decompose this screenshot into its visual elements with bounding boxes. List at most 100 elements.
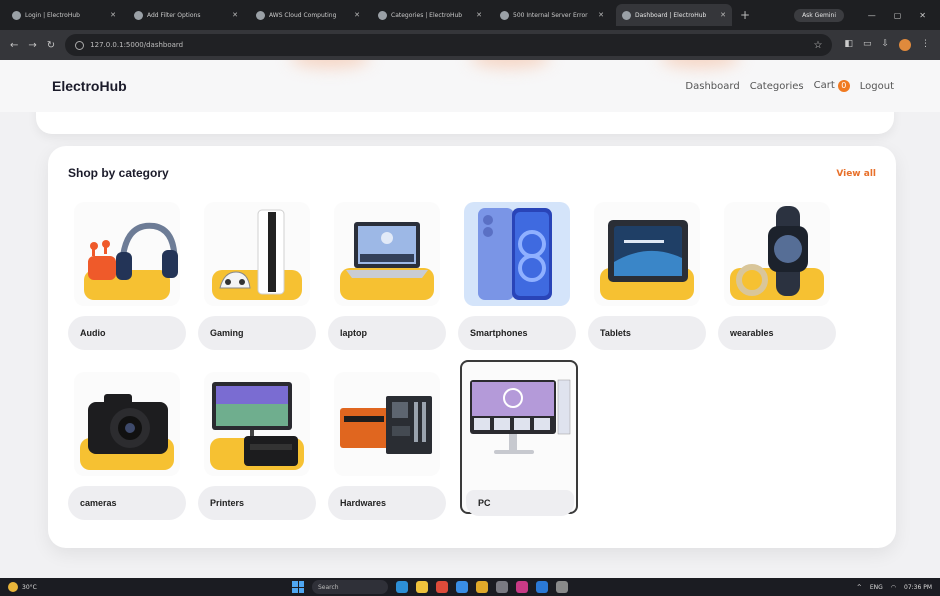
decor-glow xyxy=(660,60,740,68)
nav-logout-link[interactable]: Logout xyxy=(860,81,894,92)
browser-tab[interactable]: AWS Cloud Computing ✕ xyxy=(250,4,366,26)
close-tab-icon[interactable]: ✕ xyxy=(354,11,360,19)
menu-kebab-icon[interactable]: ⋮ xyxy=(921,39,930,51)
nav-cart-link[interactable]: Cart 0 xyxy=(814,80,850,92)
close-tab-icon[interactable]: ✕ xyxy=(598,11,604,19)
ask-gemini-button[interactable]: Ask Gemini xyxy=(794,8,844,22)
tablet-image xyxy=(594,202,700,306)
address-bar[interactable]: 127.0.0.1:5000/dashboard ☆ xyxy=(65,34,833,56)
browser-tab[interactable]: Login | ElectroHub ✕ xyxy=(6,4,122,26)
edge-icon[interactable] xyxy=(456,581,468,593)
reload-icon[interactable]: ↻ xyxy=(47,40,55,51)
category-card-printers[interactable]: Printers xyxy=(198,372,316,526)
nav-dashboard-link[interactable]: Dashboard xyxy=(685,81,739,92)
cart-count-badge: 0 xyxy=(837,80,850,92)
category-label: Hardwares xyxy=(328,486,446,520)
site-navbar: ElectroHub Dashboard Categories Cart 0 Lo… xyxy=(0,60,940,112)
shop-by-category-card: Shop by category View all Audio Gaming l… xyxy=(48,146,896,548)
app-icon[interactable] xyxy=(516,581,528,593)
category-card-gaming[interactable]: Gaming xyxy=(198,202,316,356)
category-card-tablets[interactable]: Tablets xyxy=(588,202,706,356)
category-card-wearables[interactable]: wearables xyxy=(718,202,836,356)
browser-tab-bar: Login | ElectroHub ✕ Add Filter Options ✕ … xyxy=(0,0,940,30)
nav-categories-link[interactable]: Categories xyxy=(750,81,804,92)
app-icon[interactable] xyxy=(556,581,568,593)
category-label: cameras xyxy=(68,486,186,520)
nav-links: Dashboard Categories Cart 0 Logout xyxy=(685,80,894,92)
category-label: Printers xyxy=(198,486,316,520)
windows-start-icon[interactable] xyxy=(292,581,304,593)
profile-avatar-icon[interactable] xyxy=(899,39,911,51)
site-info-icon[interactable] xyxy=(75,40,85,50)
browser-toolbar: ← → ↻ 127.0.0.1:5000/dashboard ☆ ◧ ▭ ⇩ ⋮ xyxy=(0,30,940,60)
browser-tab[interactable]: Categories | ElectroHub ✕ xyxy=(372,4,488,26)
close-tab-icon[interactable]: ✕ xyxy=(720,11,726,19)
web-page: ElectroHub Dashboard Categories Cart 0 Lo… xyxy=(0,60,940,578)
minimize-icon[interactable]: — xyxy=(868,11,876,20)
view-all-link[interactable]: View all xyxy=(836,169,876,179)
decor-glow xyxy=(470,60,550,68)
close-tab-icon[interactable]: ✕ xyxy=(110,11,116,19)
printer-image xyxy=(204,372,310,476)
brand-logo[interactable]: ElectroHub xyxy=(52,78,127,94)
cart-label: Cart xyxy=(813,80,835,91)
console-image xyxy=(204,202,310,306)
maximize-icon[interactable]: ▢ xyxy=(894,11,902,20)
site-favicon-icon xyxy=(622,10,631,20)
category-card-pc[interactable]: PC xyxy=(460,360,578,516)
tab-title: Dashboard | ElectroHub xyxy=(635,11,707,19)
file-explorer-icon[interactable] xyxy=(416,581,428,593)
chrome-icon[interactable] xyxy=(436,581,448,593)
camera-image xyxy=(74,372,180,476)
headphones-earbuds-image xyxy=(74,202,180,306)
new-tab-button[interactable]: + xyxy=(740,8,750,22)
category-card-cameras[interactable]: cameras xyxy=(68,372,186,526)
sidebar-icon[interactable]: ▭ xyxy=(863,39,872,51)
tab-title: Login | ElectroHub xyxy=(25,11,80,19)
smartphone-image xyxy=(464,202,570,306)
clock[interactable]: 07:36 PM xyxy=(904,584,932,591)
category-card-smartphones[interactable]: Smartphones xyxy=(458,202,576,356)
close-window-icon[interactable]: ✕ xyxy=(919,11,926,20)
monitor-image xyxy=(466,366,574,470)
browser-tab[interactable]: Add Filter Options ✕ xyxy=(128,4,244,26)
extensions-icon[interactable]: ◧ xyxy=(844,39,853,51)
tab-title: Add Filter Options xyxy=(147,11,201,19)
close-tab-icon[interactable]: ✕ xyxy=(476,11,482,19)
weather-widget[interactable]: 30°C xyxy=(8,582,37,592)
category-label: Gaming xyxy=(198,316,316,350)
wifi-icon[interactable]: ◠ xyxy=(891,584,896,591)
section-title: Shop by category xyxy=(68,166,169,180)
smartwatch-image xyxy=(724,202,830,306)
vscode-icon[interactable] xyxy=(536,581,548,593)
category-card-audio[interactable]: Audio xyxy=(68,202,186,356)
download-icon[interactable]: ⇩ xyxy=(881,39,889,51)
category-label: Tablets xyxy=(588,316,706,350)
chevron-up-icon[interactable]: ^ xyxy=(857,584,862,591)
browser-tab[interactable]: 500 Internal Server Error ✕ xyxy=(494,4,610,26)
tab-title: 500 Internal Server Error xyxy=(513,11,588,19)
browser-tab-active[interactable]: Dashboard | ElectroHub ✕ xyxy=(616,4,732,26)
app-icon[interactable] xyxy=(396,581,408,593)
forward-icon[interactable]: → xyxy=(28,40,36,51)
toolbar-icons: ◧ ▭ ⇩ ⋮ xyxy=(844,39,930,51)
site-favicon-icon xyxy=(256,10,265,20)
tab-title: Categories | ElectroHub xyxy=(391,11,463,19)
app-icon[interactable] xyxy=(496,581,508,593)
weather-temp: 30°C xyxy=(22,583,37,591)
category-label: Smartphones xyxy=(458,316,576,350)
category-label: PC xyxy=(466,490,574,516)
back-icon[interactable]: ← xyxy=(10,40,18,51)
category-card-laptop[interactable]: laptop xyxy=(328,202,446,356)
taskbar-search[interactable]: Search xyxy=(312,580,388,594)
bookmark-star-icon[interactable]: ☆ xyxy=(813,40,822,51)
category-card-hardwares[interactable]: Hardwares xyxy=(328,372,446,526)
os-taskbar: 30°C Search ^ ENG ◠ 07:36 PM xyxy=(0,578,940,596)
folder-icon[interactable] xyxy=(476,581,488,593)
language-indicator[interactable]: ENG xyxy=(870,584,883,591)
site-favicon-icon xyxy=(12,10,21,20)
decor-glow xyxy=(290,60,370,68)
close-tab-icon[interactable]: ✕ xyxy=(232,11,238,19)
taskbar-apps: Search xyxy=(292,580,568,594)
laptop-image xyxy=(334,202,440,306)
